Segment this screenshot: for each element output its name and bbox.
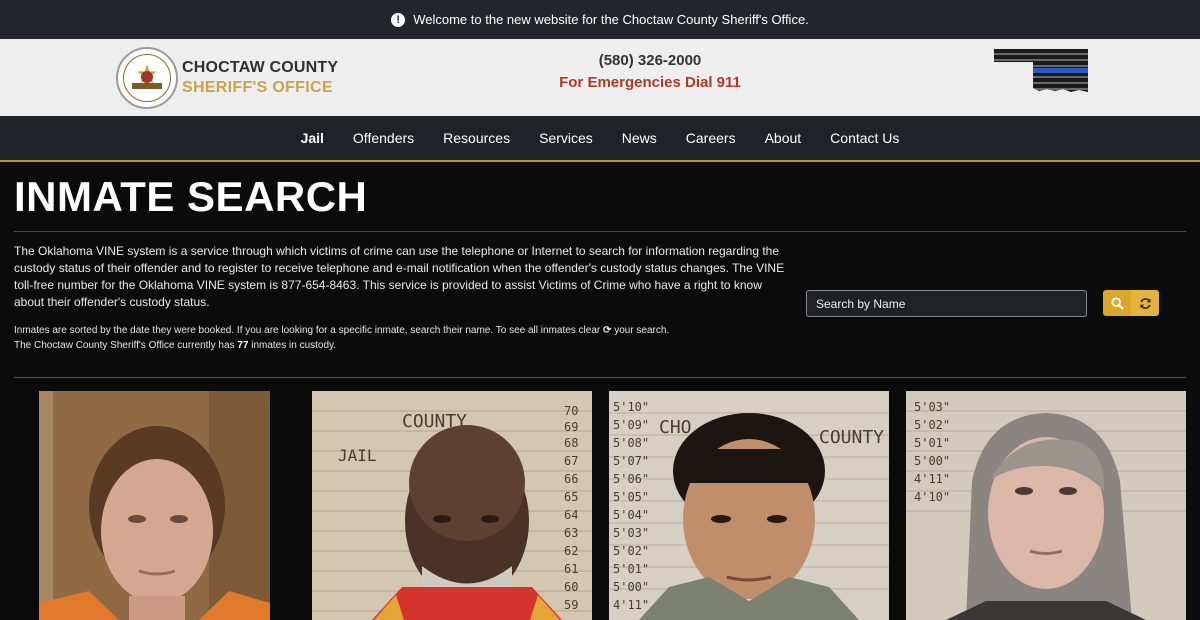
count-note-end: inmates in custody. <box>251 340 337 351</box>
board-text: 4'10" <box>914 490 950 504</box>
board-text: 60 <box>564 580 578 594</box>
nav-item-news[interactable]: News <box>622 130 657 146</box>
main-nav: Jail Offenders Resources Services News C… <box>0 116 1200 160</box>
alert-message: Welcome to the new website for the Choct… <box>413 12 809 27</box>
site-header: ★ CHOCTAW COUNTY SHERIFF'S OFFICE (580) … <box>0 39 1200 116</box>
board-text: 64 <box>564 508 578 522</box>
board-text: 5'02" <box>914 418 950 432</box>
page-title: INMATE SEARCH <box>14 173 368 220</box>
nav-item-contact-us[interactable]: Contact Us <box>830 130 899 146</box>
exclamation-circle-icon: ! <box>391 12 406 27</box>
board-text: 61 <box>564 562 578 576</box>
sort-note-end: your search. <box>614 325 670 336</box>
refresh-icon: ⟳ <box>603 325 612 336</box>
nav-divider <box>0 160 1200 162</box>
board-text: 5'10" <box>613 400 649 414</box>
board-text: 4'11" <box>914 472 950 486</box>
search-input[interactable] <box>806 290 1087 317</box>
board-text: 5'03" <box>914 400 950 414</box>
search-icon <box>1110 296 1124 310</box>
inmate-photo: CHO COUNTY 5'10" 5'09" 5'08" 5'07" 5'06"… <box>609 391 889 620</box>
board-text: 65 <box>564 490 578 504</box>
board-text: 62 <box>564 544 578 558</box>
nav-item-services[interactable]: Services <box>539 130 593 146</box>
inmate-count: 77 <box>237 340 249 351</box>
count-note: The Choctaw County Sheriff's Office curr… <box>14 338 714 353</box>
oklahoma-thin-blue-line-flag-icon <box>993 48 1089 94</box>
clear-search-button[interactable] <box>1131 290 1159 316</box>
board-text: 5'09" <box>613 418 649 432</box>
seal-center <box>141 71 153 83</box>
board-text: CHO <box>659 417 692 438</box>
nav-item-offenders[interactable]: Offenders <box>353 130 414 146</box>
nav-item-careers[interactable]: Careers <box>686 130 736 146</box>
board-text: 70 <box>564 404 578 418</box>
board-text: 5'03" <box>613 526 649 540</box>
nav-item-jail[interactable]: Jail <box>301 130 324 146</box>
board-text: 5'01" <box>914 436 950 450</box>
title-divider <box>14 231 1186 232</box>
board-text: 4'11" <box>613 598 649 612</box>
sheriff-seal-logo[interactable]: ★ <box>116 47 178 109</box>
inmate-photo <box>39 391 270 620</box>
search-button[interactable] <box>1103 290 1131 316</box>
board-text: JAIL <box>338 446 377 465</box>
board-text: 69 <box>564 420 578 434</box>
count-note-text: The Choctaw County Sheriff's Office curr… <box>14 340 235 351</box>
board-text: 67 <box>564 454 578 468</box>
nav-item-about[interactable]: About <box>765 130 802 146</box>
board-text: 5'01" <box>613 562 649 576</box>
inmate-photo-card[interactable]: 5'03" 5'02" 5'01" 5'00" 4'11" 4'10" <box>906 391 1186 620</box>
board-text: 5'08" <box>613 436 649 450</box>
sort-note-text: Inmates are sorted by the date they were… <box>14 325 601 336</box>
logo-subtitle[interactable]: SHERIFF'S OFFICE <box>182 79 333 97</box>
refresh-icon <box>1139 297 1151 309</box>
board-text: 5'04" <box>613 508 649 522</box>
board-text: 5'00" <box>613 580 649 594</box>
board-text: 5'00" <box>914 454 950 468</box>
board-text: 5'05" <box>613 490 649 504</box>
board-text: 5'06" <box>613 472 649 486</box>
emergency-notice: For Emergencies Dial 911 <box>559 74 741 91</box>
inmate-photo: COUNTY JAIL 70 69 68 67 66 65 64 63 62 6… <box>312 391 592 620</box>
vine-description: The Oklahoma VINE system is a service th… <box>14 244 785 309</box>
inmate-photo-card[interactable]: CHO COUNTY 5'10" 5'09" 5'08" 5'07" 5'06"… <box>609 391 889 620</box>
board-text: 68 <box>564 436 578 450</box>
seal-banner <box>132 83 162 89</box>
content-divider <box>14 377 1186 378</box>
nav-item-resources[interactable]: Resources <box>443 130 510 146</box>
board-text: 63 <box>564 526 578 540</box>
inmate-photo: 5'03" 5'02" 5'01" 5'00" 4'11" 4'10" <box>906 391 1186 620</box>
board-text: 5'07" <box>613 454 649 468</box>
board-text: 59 <box>564 598 578 612</box>
inmate-photo-card[interactable] <box>39 391 270 620</box>
board-text: COUNTY <box>819 427 884 448</box>
board-text: 5'02" <box>613 544 649 558</box>
phone-number[interactable]: (580) 326-2000 <box>500 52 800 69</box>
inmate-photo-card[interactable]: COUNTY JAIL 70 69 68 67 66 65 64 63 62 6… <box>312 391 592 620</box>
alert-bar: ! Welcome to the new website for the Cho… <box>0 0 1200 39</box>
sort-note: Inmates are sorted by the date they were… <box>14 323 714 338</box>
board-text: 66 <box>564 472 578 486</box>
inmate-notes: Inmates are sorted by the date they were… <box>14 323 714 353</box>
logo-title[interactable]: CHOCTAW COUNTY <box>182 59 338 77</box>
